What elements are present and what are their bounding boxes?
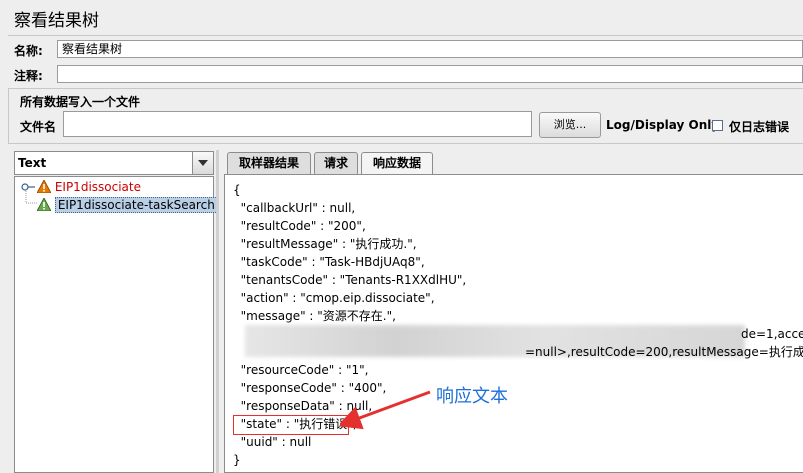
response-line: "resourceCode" : "1", xyxy=(233,363,369,377)
results-tree: EIP1dissociate EIP1dissociate-taskSearch xyxy=(14,176,218,473)
response-line: "resultCode" : "200", xyxy=(233,219,366,233)
tab-response-data[interactable]: 响应数据 xyxy=(361,152,433,174)
combo-arrow-button[interactable] xyxy=(192,152,213,174)
response-line: "uuid" : null xyxy=(233,435,312,449)
response-line: "tenantsCode" : "Tenants-R1XXdlHU", xyxy=(233,273,467,287)
annotation-arrow-icon xyxy=(340,390,431,430)
response-line: "action" : "cmop.eip.dissociate", xyxy=(233,291,435,305)
tree-item-error[interactable]: EIP1dissociate xyxy=(36,179,141,194)
renderer-selected-label: Text xyxy=(18,156,47,170)
filename-field[interactable] xyxy=(63,111,532,137)
tree-item-success[interactable]: EIP1dissociate-taskSearch xyxy=(36,197,218,213)
browse-button[interactable]: 浏览... xyxy=(539,112,601,138)
renderer-select[interactable]: Text xyxy=(14,151,214,175)
filename-label: 文件名 xyxy=(20,120,57,134)
panel-title: 察看结果树 xyxy=(14,11,99,31)
annotation-label: 响应文本 xyxy=(436,386,508,407)
tree-item-label: EIP1dissociate xyxy=(54,180,141,194)
comment-label: 注释: xyxy=(14,69,43,83)
file-section-title: 所有数据写入一个文件 xyxy=(20,95,141,109)
response-line: { xyxy=(233,183,241,197)
errors-only-checkbox[interactable] xyxy=(712,120,723,131)
response-line: "resultMessage" : "执行成功.", xyxy=(233,237,417,251)
response-line: =null>,resultCode=200,resultMessage=执行成功 xyxy=(525,345,803,359)
comment-field[interactable] xyxy=(57,65,803,83)
log-display-label: Log/Display Only: xyxy=(606,118,724,132)
errors-only-label: 仅日志错误 xyxy=(729,120,790,134)
name-label: 名称: xyxy=(14,44,43,58)
tab-request[interactable]: 请求 xyxy=(314,152,358,174)
tree-item-label: EIP1dissociate-taskSearch xyxy=(54,197,218,213)
response-line: } xyxy=(233,453,241,467)
title-separator xyxy=(8,35,803,36)
state-highlight-box xyxy=(233,415,349,435)
tab-sampler-result[interactable]: 取样器结果 xyxy=(227,152,311,174)
name-field[interactable]: 察看结果树 xyxy=(57,40,803,58)
response-line: "message" : "资源不存在.", xyxy=(233,309,396,323)
response-panel[interactable]: { "callbackUrl" : null, "resultCode" : "… xyxy=(224,174,803,473)
split-divider[interactable] xyxy=(216,150,219,473)
success-triangle-icon xyxy=(36,197,52,212)
chevron-down-icon xyxy=(198,160,208,166)
warning-triangle-icon xyxy=(36,179,52,194)
response-line: "callbackUrl" : null, xyxy=(233,201,356,215)
response-line: de=1,acce xyxy=(741,327,803,341)
response-line: "taskCode" : "Task-HBdjUAq8", xyxy=(233,255,425,269)
